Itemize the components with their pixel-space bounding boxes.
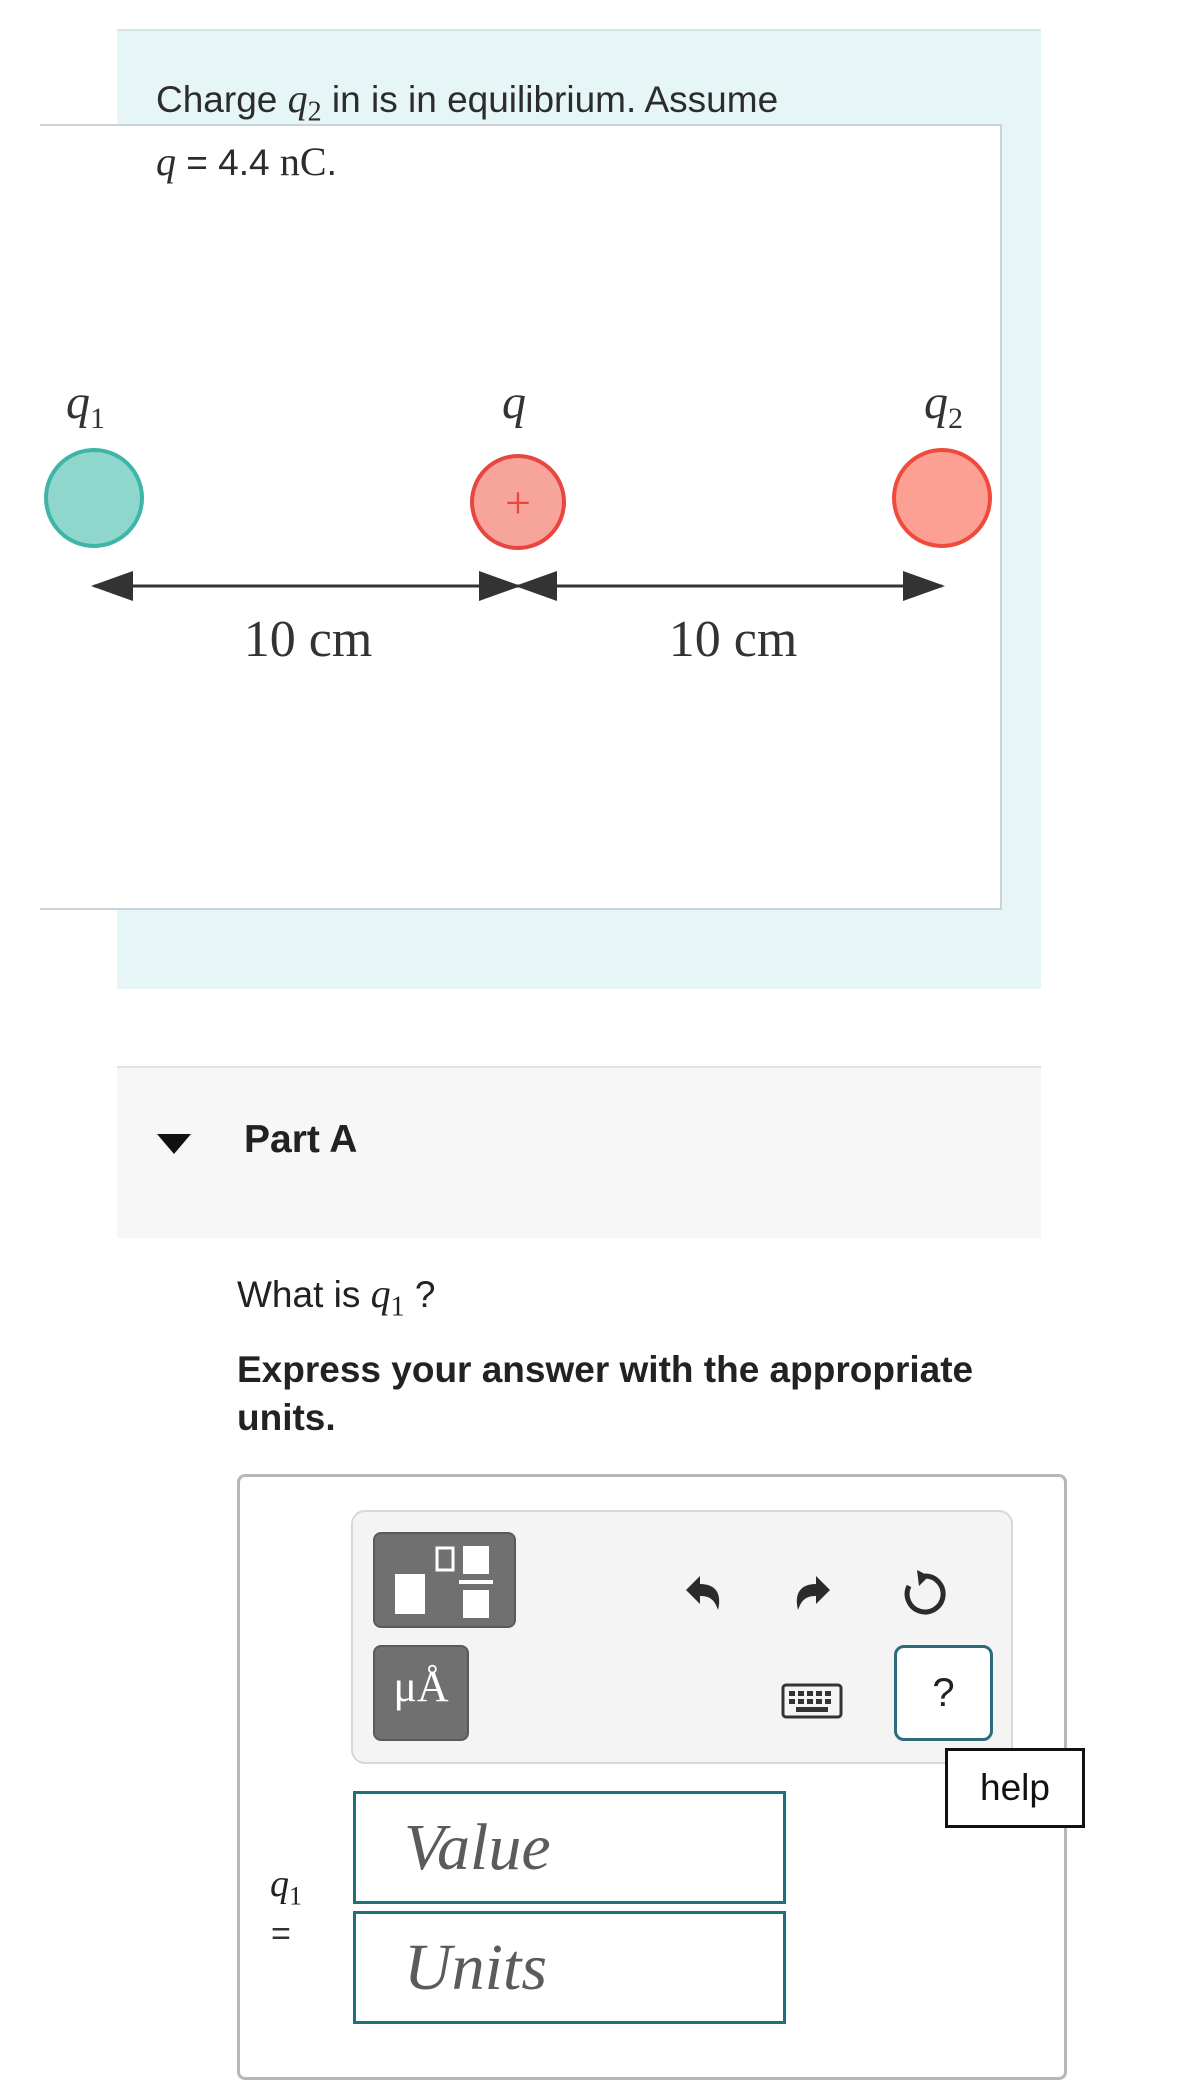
charge-q1 [44, 448, 144, 548]
q-label: q [502, 376, 526, 429]
caret-down-icon[interactable] [157, 1134, 191, 1154]
charge-q2 [892, 448, 992, 548]
redo-button[interactable] [784, 1564, 844, 1624]
templates-button[interactable] [373, 1532, 516, 1628]
units-icon: μÅ [393, 1662, 449, 1711]
undo-button[interactable] [672, 1564, 732, 1624]
help-tooltip: help [945, 1748, 1085, 1828]
keyboard-icon [781, 1683, 843, 1719]
math-toolbar: μÅ ? [351, 1510, 1013, 1764]
question-text: What is q1 ? [237, 1271, 436, 1323]
help-button[interactable]: ? [894, 1645, 993, 1741]
plus-sign: + [505, 477, 531, 528]
q2-label: q2 [924, 376, 963, 435]
answer-instructions: Express your answer with the appropriate… [237, 1349, 974, 1438]
answer-variable-label: q1 [270, 1863, 302, 1911]
units-button[interactable]: μÅ [373, 1645, 469, 1741]
reset-icon [904, 1570, 946, 1615]
intro-text: Charge q2 in is in equilibrium. Assume q… [156, 74, 916, 188]
q1-label: q1 [66, 376, 105, 435]
keyboard-button[interactable] [780, 1679, 844, 1725]
redo-icon [796, 1576, 830, 1610]
undo-icon [686, 1576, 720, 1610]
value-input[interactable] [353, 1791, 786, 1904]
units-input[interactable] [353, 1911, 786, 2024]
part-a-header[interactable]: Part A [117, 1066, 1041, 1238]
intro-line-2: q = 4.4 nC. [156, 139, 337, 185]
part-a-title: Part A [244, 1118, 358, 1161]
reset-button[interactable] [895, 1564, 955, 1624]
charge-diagram: q1 q q2 + 10 cm 10 cm [40, 124, 1002, 910]
intro-line-1: Charge q2 in is in equilibrium. Assume [156, 76, 779, 128]
left-distance-label: 10 cm [244, 611, 373, 668]
equals-sign: = [271, 1915, 291, 1953]
right-distance-label: 10 cm [669, 611, 798, 668]
templates-icon [395, 1546, 493, 1618]
